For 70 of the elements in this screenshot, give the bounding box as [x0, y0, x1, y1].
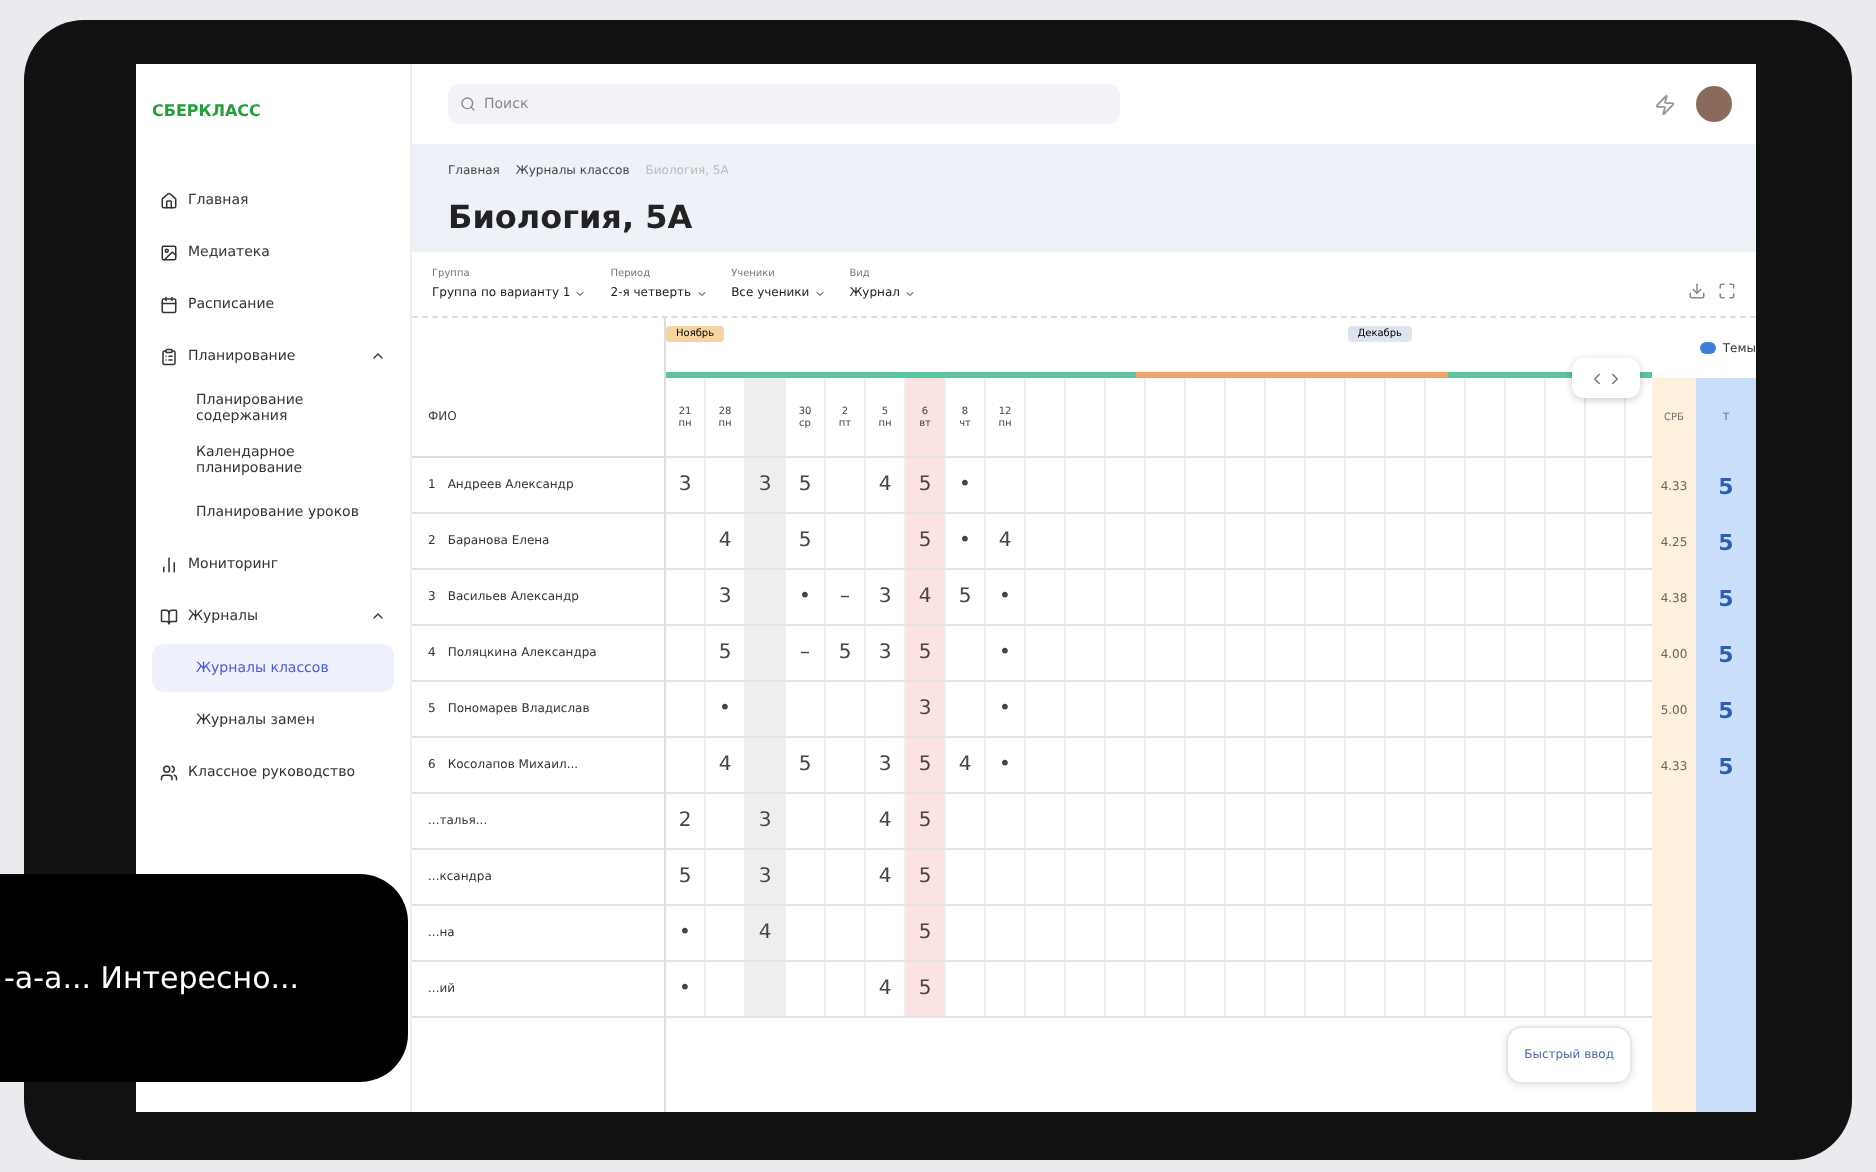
final-grade-cell: 5	[1696, 570, 1756, 626]
grade-cell[interactable]: 3	[746, 458, 786, 512]
caption-text: -а-а... Интересно...	[4, 960, 300, 996]
fullscreen-icon[interactable]	[1718, 282, 1736, 300]
grade-cell[interactable]: 5	[906, 906, 946, 960]
grid-cell[interactable]	[746, 962, 786, 1016]
grade-cell[interactable]: 3	[746, 850, 786, 904]
grade-cell[interactable]: •	[666, 906, 706, 960]
grade-cell[interactable]: •	[986, 570, 1026, 624]
page-title: Биология, 5А	[448, 198, 695, 236]
grade-cell[interactable]: 5	[906, 850, 946, 904]
people-icon	[160, 763, 178, 781]
clipboard-icon	[160, 347, 178, 365]
final-grade-cell: 5	[1696, 458, 1756, 514]
chevron-icon	[903, 287, 916, 299]
grid-cell[interactable]	[746, 682, 786, 736]
chevron-icon[interactable]	[370, 608, 386, 624]
calendar-icon	[160, 295, 178, 313]
grade-cell[interactable]: 3	[906, 682, 946, 736]
scroll-arrows[interactable]	[1572, 358, 1640, 398]
bolt-icon[interactable]	[1654, 93, 1676, 115]
grade-cell[interactable]: –	[826, 570, 866, 624]
grade-cell[interactable]: 5	[906, 962, 946, 1016]
logo: СБЕРКЛАСС	[152, 101, 261, 119]
chevron-icon[interactable]	[370, 348, 386, 364]
grade-cell[interactable]: 5	[786, 458, 826, 512]
chevron-icon	[695, 287, 708, 299]
grid-cell[interactable]	[746, 626, 786, 680]
grade-cell[interactable]: •	[946, 514, 986, 568]
grade-cell[interactable]: 5	[906, 458, 946, 512]
grade-cell[interactable]: 5	[906, 794, 946, 848]
grid-cell[interactable]	[746, 514, 786, 568]
grid-cell[interactable]	[746, 570, 786, 624]
grade-cell[interactable]: 3	[746, 794, 786, 848]
grade-cell[interactable]: 4	[746, 906, 786, 960]
grade-cell[interactable]: 2	[666, 794, 706, 848]
grid-cell[interactable]	[746, 738, 786, 792]
book-icon	[160, 607, 178, 625]
grade-cell[interactable]: •	[986, 738, 1026, 792]
grade-cell[interactable]: 5	[786, 514, 826, 568]
grade-cell[interactable]: 5	[786, 738, 826, 792]
bar-chart-icon	[160, 555, 178, 573]
search-icon	[460, 96, 476, 112]
grade-cell[interactable]: 5	[906, 514, 946, 568]
final-grade-cell: 5	[1696, 682, 1756, 738]
grade-cell[interactable]: 5	[906, 626, 946, 680]
download-icon[interactable]	[1688, 282, 1706, 300]
chevron-icon	[813, 287, 826, 299]
grade-cell[interactable]: 5	[826, 626, 866, 680]
grade-cell[interactable]: •	[786, 570, 826, 624]
grid-cell[interactable]	[746, 378, 786, 456]
home-icon	[160, 191, 178, 209]
grade-cell[interactable]: 4	[906, 570, 946, 624]
grade-cell[interactable]: 3	[666, 458, 706, 512]
grade-cell[interactable]: 4	[986, 514, 1026, 568]
grade-cell[interactable]: •	[986, 682, 1026, 736]
grade-cell[interactable]: 5	[946, 570, 986, 624]
grade-cell[interactable]: 5	[906, 738, 946, 792]
grade-cell[interactable]: •	[666, 962, 706, 1016]
grade-cell[interactable]: •	[946, 458, 986, 512]
avatar[interactable]	[1696, 86, 1732, 122]
final-grade-cell: 5	[1696, 738, 1756, 794]
final-grade-cell: 5	[1696, 514, 1756, 570]
grade-cell[interactable]: 5	[666, 850, 706, 904]
final-grade-cell: 5	[1696, 626, 1756, 682]
image-icon	[160, 243, 178, 261]
grade-cell[interactable]: •	[986, 626, 1026, 680]
grade-cell[interactable]: 4	[946, 738, 986, 792]
chevron-icon	[574, 287, 587, 299]
grade-cell[interactable]: –	[786, 626, 826, 680]
